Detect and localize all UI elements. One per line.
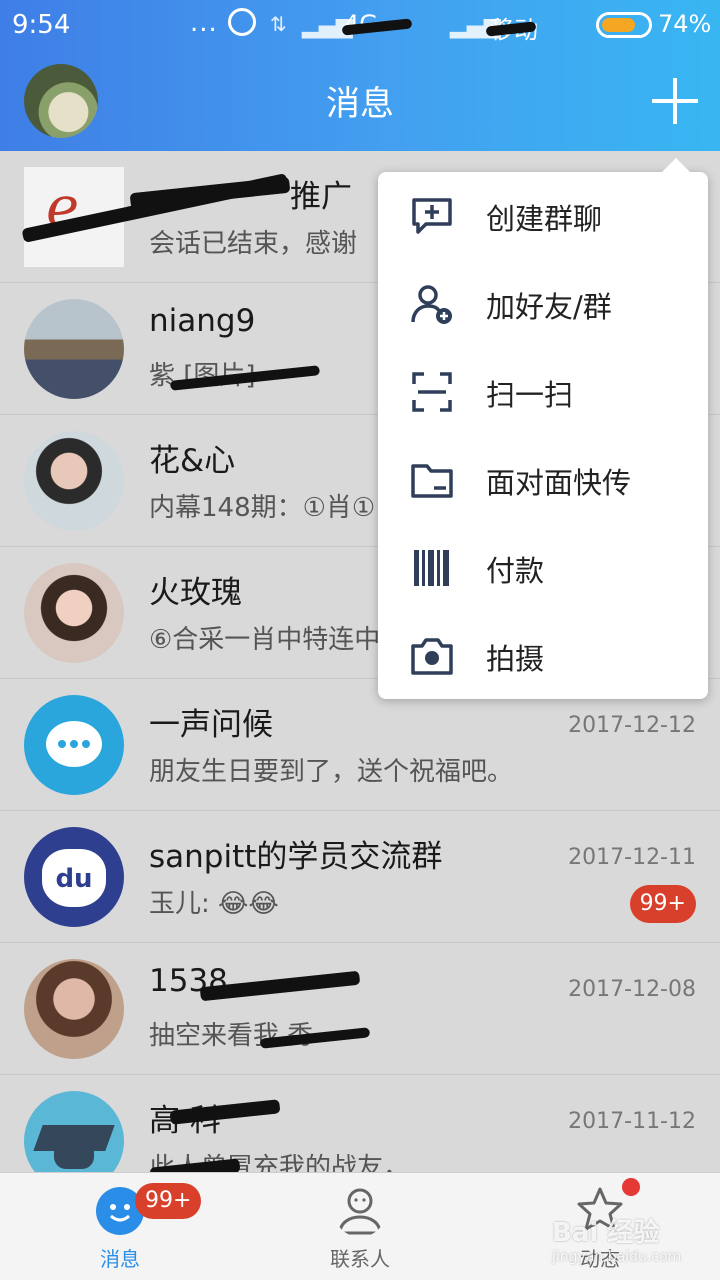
conversation-preview: 朋友生日要到了，送个祝福吧。: [149, 757, 514, 787]
plus-dropdown-menu: 创建群聊 加好友/群 扫一扫 面对面快传 付款 拍摄: [378, 158, 708, 700]
conversation-name: 火玫瑰: [149, 575, 242, 611]
menu-item-label: 扫一扫: [486, 378, 574, 412]
tab-contacts[interactable]: 联系人: [240, 1173, 480, 1280]
conversation-date: 2017-11-12: [568, 1109, 696, 1134]
menu-item-label: 拍摄: [486, 642, 545, 676]
conversation-name: 推广: [290, 179, 352, 215]
notification-dots: ...: [190, 8, 218, 38]
menu-item-face-transfer[interactable]: 面对面快传: [378, 436, 708, 524]
avatar: [24, 431, 124, 531]
menu-item-label: 面对面快传: [486, 466, 632, 500]
conversation-preview: 抽空来看我 秀: [149, 1021, 314, 1051]
camera-icon: [411, 638, 453, 675]
top-bar: 9:54 ... ⇅ ▂▄▆ 4G ▂▄▆ 移动 74% 消息: [0, 0, 720, 151]
battery-icon: [596, 12, 652, 38]
conversation-name: 花&心: [149, 443, 236, 479]
scan-icon: [412, 372, 452, 412]
create-group-chat-icon: [412, 198, 452, 234]
menu-item-label: 付款: [486, 554, 545, 588]
folder-transfer-icon: [411, 464, 453, 498]
contacts-person-icon: [338, 1188, 382, 1235]
conversation-preview: ⑥合采一肖中特连中: [149, 625, 381, 655]
menu-arrow: [662, 158, 690, 172]
avatar: [24, 563, 124, 663]
alarm-icon: [228, 8, 256, 36]
conversation-preview: 内幕148期：①肖①: [149, 493, 376, 523]
messages-unread-badge: 99+: [135, 1183, 202, 1219]
status-bar: 9:54 ... ⇅ ▂▄▆ 4G ▂▄▆ 移动 74%: [0, 0, 720, 52]
tab-label: 消息: [100, 1247, 140, 1271]
add-friend-icon: [411, 285, 452, 324]
battery-percent: 74%: [658, 10, 712, 38]
redaction-scribble: [129, 176, 291, 210]
menu-item-label: 加好友/群: [486, 290, 612, 324]
conversation-name: 一声问候: [149, 707, 273, 743]
baidu-paw-icon: du: [24, 827, 124, 927]
conversation-name: sanpitt的学员交流群: [149, 839, 443, 875]
moments-notification-dot: [622, 1178, 640, 1196]
status-time: 9:54: [12, 10, 71, 40]
barcode-icon: [414, 550, 449, 586]
menu-item-add-friend[interactable]: 加好友/群: [378, 260, 708, 348]
conversation-date: 2017-12-11: [568, 845, 696, 870]
menu-item-pay[interactable]: 付款: [378, 524, 708, 612]
conversation-row[interactable]: du sanpitt的学员交流群 玉儿: 😂😂 2017-12-11 99+: [0, 811, 720, 943]
baidu-jingyan-watermark: Bai 经验 jingyan.baidu.com: [552, 1212, 681, 1265]
conversation-row[interactable]: 1538 抽空来看我 秀 2017-12-08: [0, 943, 720, 1075]
menu-item-scan[interactable]: 扫一扫: [378, 348, 708, 436]
unread-badge: 99+: [629, 885, 696, 923]
conversation-preview: 会话已结束，感谢: [149, 229, 358, 259]
conversation-preview: 玉儿: 😂😂: [149, 889, 279, 919]
conversation-date: 2017-12-12: [568, 713, 696, 738]
conversation-date: 2017-12-08: [568, 977, 696, 1002]
menu-item-create-group[interactable]: 创建群聊: [378, 172, 708, 260]
tab-label: 联系人: [330, 1247, 390, 1271]
avatar: [24, 299, 124, 399]
tab-messages[interactable]: 99+ 消息: [0, 1173, 240, 1280]
plus-icon[interactable]: [652, 78, 698, 124]
menu-item-capture[interactable]: 拍摄: [378, 612, 708, 700]
watermark-url: jingyan.baidu.com: [552, 1249, 682, 1265]
watermark-brand: Bai 经验: [552, 1218, 660, 1248]
conversation-name: niang9: [149, 303, 256, 339]
chat-bubble-icon: [24, 695, 124, 795]
menu-item-label: 创建群聊: [486, 202, 603, 236]
data-transfer-icon: ⇅: [270, 12, 287, 36]
page-title: 消息: [326, 84, 394, 124]
avatar: [24, 959, 124, 1059]
